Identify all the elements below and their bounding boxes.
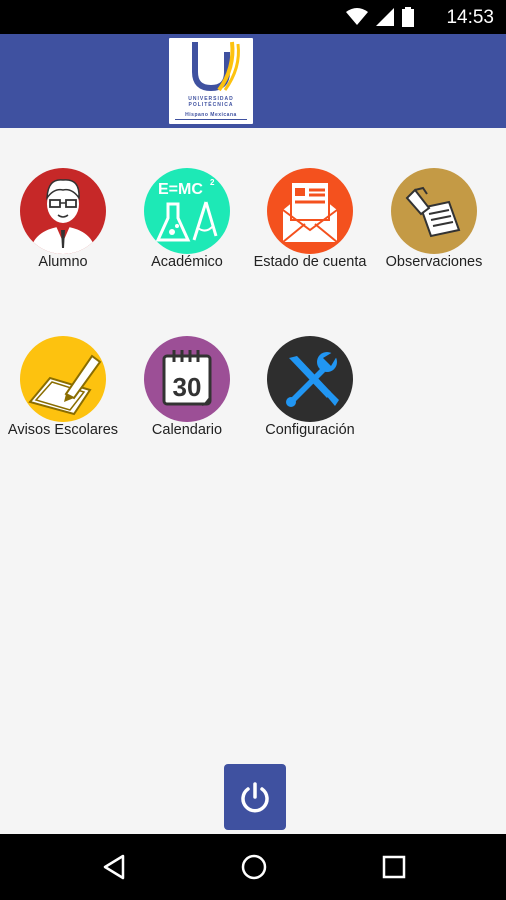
recents-button[interactable] [377,850,411,884]
menu-item-estado-de-cuenta[interactable]: Estado de cuenta [247,168,373,270]
logo-rule [175,119,247,120]
navigation-bar [0,834,506,900]
tools-icon [267,336,353,422]
notice-pencil-icon [20,336,106,422]
science-icon: E=MC 2 [144,168,230,254]
student-icon [20,168,106,254]
mail-statement-icon [267,168,353,254]
menu-item-alumno[interactable]: Alumno [0,168,126,270]
menu-item-avisos-escolares[interactable]: Avisos Escolares [0,336,126,438]
notes-icon [391,168,477,254]
menu-item-calendario[interactable]: 30 Calendario [124,336,250,438]
logo-line2: POLITÉCNICA [188,102,234,108]
app-header [0,34,506,128]
power-button[interactable] [224,764,286,830]
calendar-icon: 30 [144,336,230,422]
menu-item-academico[interactable]: E=MC 2 Académico [124,168,250,270]
status-time: 14:53 [446,7,494,28]
wifi-icon [346,8,368,25]
home-button[interactable] [237,850,271,884]
status-icons [346,7,414,27]
signal-icon [376,8,394,26]
svg-text:E=MC: E=MC [158,181,203,198]
back-icon [103,854,125,880]
back-button[interactable] [97,850,131,884]
recents-icon [382,855,406,879]
logo-line3: Hispano Mexicana [185,112,237,118]
menu-item-configuracion[interactable]: Configuración [247,336,373,438]
menu-grid: Alumno E=MC 2 Académico Estado de cuenta… [0,128,506,834]
menu-item-label: Configuración [265,422,355,438]
menu-item-label: Alumno [38,254,88,270]
menu-item-label: Académico [151,254,223,270]
menu-item-label: Estado de cuenta [253,254,367,270]
calendar-day: 30 [173,372,202,402]
svg-text:2: 2 [210,178,215,187]
power-icon [241,782,269,813]
menu-item-label: Avisos Escolares [7,422,119,438]
menu-item-label: Observaciones [385,254,483,270]
university-logo: UNIVERSIDAD POLITÉCNICA Hispano Mexicana [169,38,253,124]
status-bar: 14:53 [0,0,506,34]
home-icon [241,854,267,880]
menu-item-observaciones[interactable]: Observaciones [371,168,497,270]
logo-emblem-icon [192,41,240,92]
menu-item-label: Calendario [151,422,223,438]
battery-icon [402,7,414,27]
